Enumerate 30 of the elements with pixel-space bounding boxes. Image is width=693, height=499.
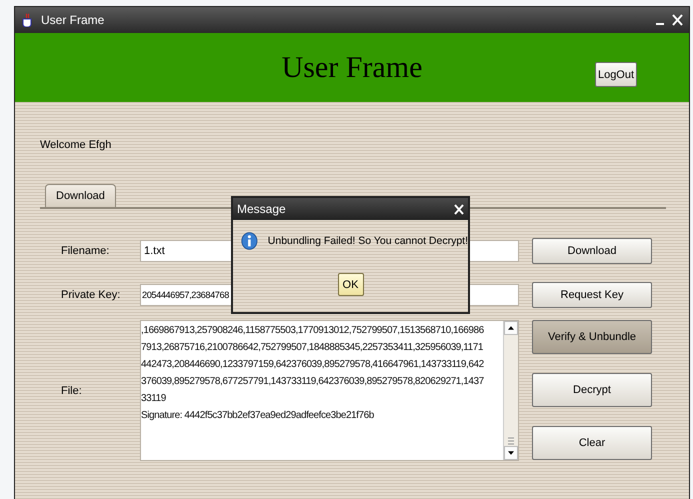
dialog-message: Unbundling Failed! So You cannot Decrypt! (268, 235, 468, 247)
info-icon (241, 229, 258, 253)
decrypt-button[interactable]: Decrypt (532, 373, 652, 407)
file-text-area[interactable] (140, 320, 519, 461)
text-line: 33119 (141, 393, 166, 404)
text-line: Signature: 4442f5c37bb2ef37ea9ed29adfeefce3be21f76b (141, 410, 374, 421)
download-button[interactable]: Download (532, 238, 652, 264)
text-line: 7913,26875716,2100786642,752799507,1848885345,2257353411,325956039,1171 (141, 342, 483, 353)
scroll-down-icon[interactable] (504, 446, 518, 460)
close-icon[interactable] (672, 14, 683, 26)
logout-button[interactable]: LogOut (595, 62, 637, 87)
text-line: 442473,208446690,1233797159,642376039,895279578,416647961,143733119,642 (141, 359, 484, 370)
welcome-text: Welcome Efgh (40, 139, 112, 151)
filename-label: Filename: (61, 245, 110, 257)
clear-button[interactable]: Clear (532, 426, 652, 460)
text-line: 376039,895279578,677257791,143733119,642376039,895279578,820629271,1437 (141, 376, 484, 387)
scroll-up-icon[interactable] (504, 321, 518, 335)
dialog-title: Message (237, 202, 286, 216)
ok-button[interactable]: OK (338, 273, 364, 296)
verify-unbundle-button[interactable]: Verify & Unbundle (532, 320, 652, 354)
text-line: ,1669867913,257908246,1158775503,1770913012,752799507,1513568710,166986 (141, 325, 484, 336)
scrollbar[interactable] (503, 321, 518, 460)
download-tab[interactable]: Download (45, 184, 116, 207)
close-icon[interactable] (454, 204, 464, 214)
file-label: File: (61, 384, 83, 396)
header-title: User Frame (282, 50, 422, 84)
app-icon (21, 13, 33, 27)
request-key-button[interactable]: Request Key (532, 282, 652, 308)
window-title: User Frame (41, 13, 106, 27)
private-key-label: Private Key: (61, 289, 122, 301)
